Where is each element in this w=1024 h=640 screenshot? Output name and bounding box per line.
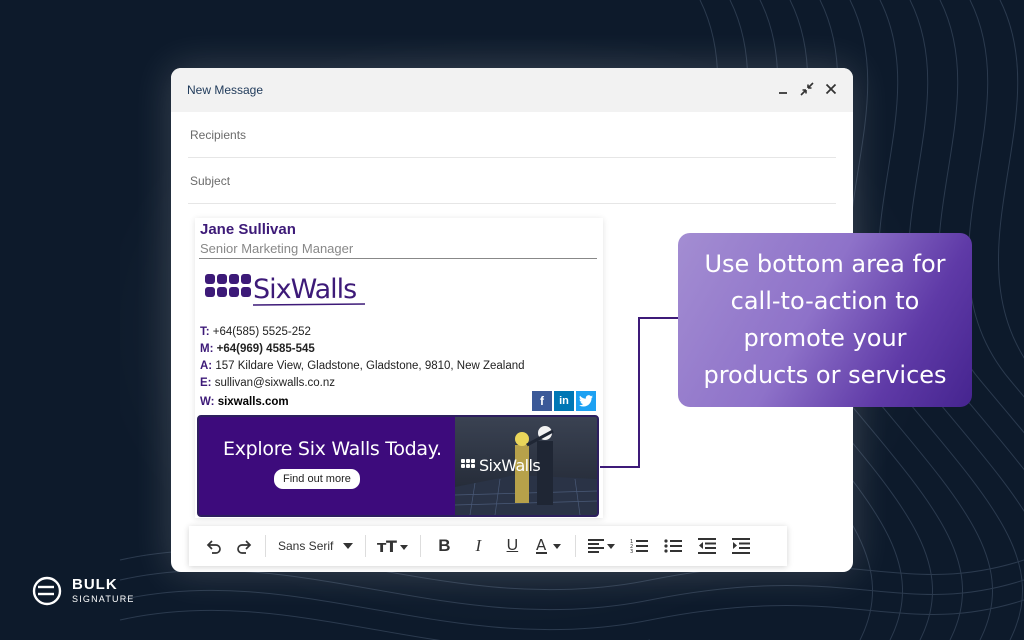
banner-logo-text: SixWalls	[479, 456, 540, 475]
email-signature: Jane Sullivan Senior Marketing Manager S…	[195, 218, 603, 518]
website-label: W:	[200, 396, 215, 408]
bulk-signature-logo: BULK SIGNATURE	[32, 576, 135, 606]
callout-text: Use bottom area for call-to-action to pr…	[703, 250, 947, 389]
website-link[interactable]: sixwalls.com	[218, 396, 289, 408]
font-family-select[interactable]: Sans Serif	[272, 532, 359, 560]
window-controls	[775, 81, 839, 97]
subject-field	[188, 158, 836, 204]
bulk-signature-icon	[32, 576, 62, 606]
mobile-label: M:	[200, 343, 214, 355]
toolbar-divider	[265, 535, 266, 557]
banner-photo: SixWalls	[455, 417, 597, 515]
bold-icon[interactable]: B	[427, 532, 461, 560]
svg-text:3: 3	[630, 549, 633, 554]
toolbar-divider	[575, 535, 577, 557]
toolbar-divider	[420, 535, 422, 557]
logo-text: SixWalls	[253, 274, 356, 305]
minimize-icon[interactable]	[775, 81, 791, 97]
email-value[interactable]: sullivan@sixwalls.co.nz	[215, 377, 335, 389]
numbered-list-icon[interactable]: 123	[622, 532, 656, 560]
social-icons: f in	[532, 391, 596, 411]
website-line: W: sixwalls.com	[200, 396, 289, 408]
address-label: A:	[200, 360, 213, 372]
bulleted-list-icon[interactable]	[656, 532, 690, 560]
signature-contact-lines: T: +64(585) 5525-252 M: +64(969) 4585-54…	[200, 324, 525, 392]
twitter-icon[interactable]	[576, 391, 596, 411]
email-line: E: sullivan@sixwalls.co.nz	[200, 375, 525, 392]
svg-text:T: T	[386, 537, 397, 555]
find-out-more-button[interactable]: Find out more	[274, 469, 360, 489]
indent-more-icon[interactable]	[724, 532, 758, 560]
subject-input[interactable]	[188, 172, 836, 189]
banner-headline: Explore Six Walls Today.	[223, 438, 442, 460]
formatting-toolbar: Sans Serif тT B I U A 123	[189, 526, 787, 566]
address-line: A: 157 Kildare View, Gladstone, Gladston…	[200, 358, 525, 375]
brand-text: BULK SIGNATURE	[72, 577, 135, 605]
facebook-icon[interactable]: f	[532, 391, 552, 411]
cta-banner[interactable]: Explore Six Walls Today. Find out more S…	[197, 415, 599, 517]
recipients-field	[188, 112, 836, 158]
brand-subtitle: SIGNATURE	[72, 594, 135, 604]
signature-job-title: Senior Marketing Manager	[200, 241, 354, 256]
mobile-value: +64(969) 4585-545	[216, 343, 315, 355]
italic-icon[interactable]: I	[461, 532, 495, 560]
compose-title: New Message	[187, 83, 264, 97]
address-value: 157 Kildare View, Gladstone, Gladstone, …	[215, 360, 525, 372]
redo-icon[interactable]	[229, 532, 259, 560]
undo-icon[interactable]	[199, 532, 229, 560]
compose-header: New Message	[171, 68, 853, 112]
phone-label: T:	[200, 326, 210, 338]
brand-name: BULK	[72, 576, 118, 593]
callout-box: Use bottom area for call-to-action to pr…	[678, 233, 972, 407]
recipients-input[interactable]	[188, 126, 836, 143]
text-color-icon[interactable]: A	[529, 532, 569, 560]
underline-icon[interactable]: U	[495, 532, 529, 560]
mobile-line: M: +64(969) 4585-545	[200, 341, 525, 358]
email-label: E:	[200, 377, 212, 389]
close-icon[interactable]	[823, 81, 839, 97]
exit-fullscreen-icon[interactable]	[799, 81, 815, 97]
linkedin-icon[interactable]: in	[554, 391, 574, 411]
phone-value: +64(585) 5525-252	[212, 326, 311, 338]
signature-name: Jane Sullivan	[200, 221, 296, 238]
chevron-down-icon	[343, 543, 354, 549]
signature-divider	[199, 258, 597, 259]
font-size-icon[interactable]: тT	[372, 532, 414, 560]
indent-less-icon[interactable]	[690, 532, 724, 560]
phone-line: T: +64(585) 5525-252	[200, 324, 525, 341]
sixwalls-logo: SixWalls	[205, 270, 375, 315]
toolbar-divider	[365, 535, 367, 557]
font-family-value: Sans Serif	[278, 539, 334, 553]
align-icon[interactable]	[582, 532, 622, 560]
svg-text:A: A	[536, 537, 547, 554]
